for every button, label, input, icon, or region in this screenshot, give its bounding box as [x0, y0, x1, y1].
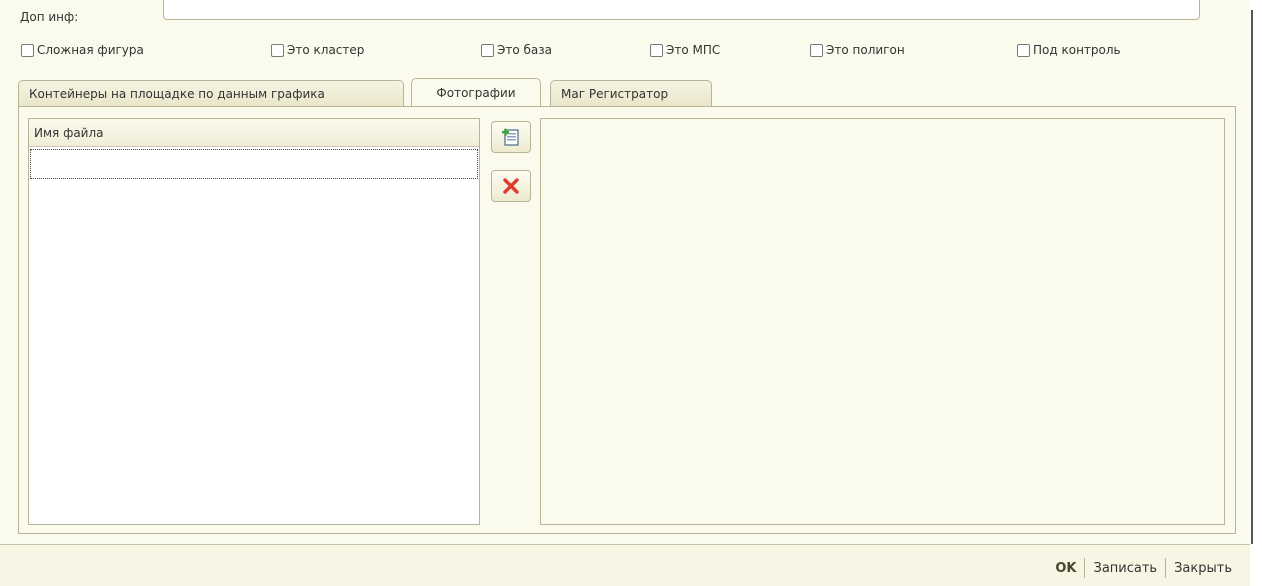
checkbox-eto-poligon[interactable]: Это полигон — [810, 43, 905, 57]
tab-fotografii[interactable]: Фотографии — [411, 78, 541, 106]
tab-mag-registrator[interactable]: Маг Регистратор — [550, 80, 712, 106]
add-file-icon — [502, 128, 519, 146]
checkbox-label: Под контроль — [1033, 43, 1121, 57]
file-list[interactable]: Имя файла — [28, 118, 480, 525]
photo-preview — [540, 118, 1225, 525]
checkbox-label: Это база — [497, 43, 553, 57]
ok-button[interactable]: OK — [1047, 561, 1084, 576]
delete-file-button[interactable] — [491, 170, 531, 202]
checkbox-box[interactable] — [21, 43, 34, 57]
form-window: Доп инф: Сложная фигура Это кластер Это … — [0, 0, 1250, 586]
window-edge-line — [1251, 10, 1253, 544]
checkbox-eto-mps[interactable]: Это МПС — [650, 43, 720, 57]
footer-bar: OK Записать Закрыть — [0, 544, 1250, 586]
tab-konteynery[interactable]: Контейнеры на площадке по данным графика — [18, 80, 404, 106]
checkbox-box[interactable] — [1017, 43, 1030, 57]
checkbox-label: Это МПС — [666, 43, 721, 57]
delete-icon — [503, 178, 519, 194]
checkbox-label: Сложная фигура — [37, 43, 144, 57]
checkbox-label: Это кластер — [287, 43, 365, 57]
checkbox-slozhnaya-figura[interactable]: Сложная фигура — [21, 43, 144, 57]
list-item[interactable] — [30, 149, 478, 179]
save-button[interactable]: Записать — [1085, 561, 1165, 576]
checkbox-box[interactable] — [271, 43, 284, 57]
checkbox-box[interactable] — [481, 43, 494, 57]
checkbox-box[interactable] — [810, 43, 823, 57]
checkbox-eto-baza[interactable]: Это база — [481, 43, 552, 57]
checkbox-box[interactable] — [650, 43, 663, 57]
window-edge — [1250, 0, 1262, 586]
checkbox-pod-kontrol[interactable]: Под контроль — [1017, 43, 1121, 57]
dop-info-label: Доп инф: — [20, 10, 79, 24]
add-file-button[interactable] — [491, 121, 531, 153]
checkbox-eto-klaster[interactable]: Это кластер — [271, 43, 364, 57]
checkbox-label: Это полигон — [826, 43, 905, 57]
dop-info-field[interactable] — [163, 0, 1200, 20]
column-header-filename[interactable]: Имя файла — [29, 119, 479, 147]
footer-actions: OK Записать Закрыть — [1047, 558, 1240, 578]
close-button[interactable]: Закрыть — [1166, 561, 1240, 576]
